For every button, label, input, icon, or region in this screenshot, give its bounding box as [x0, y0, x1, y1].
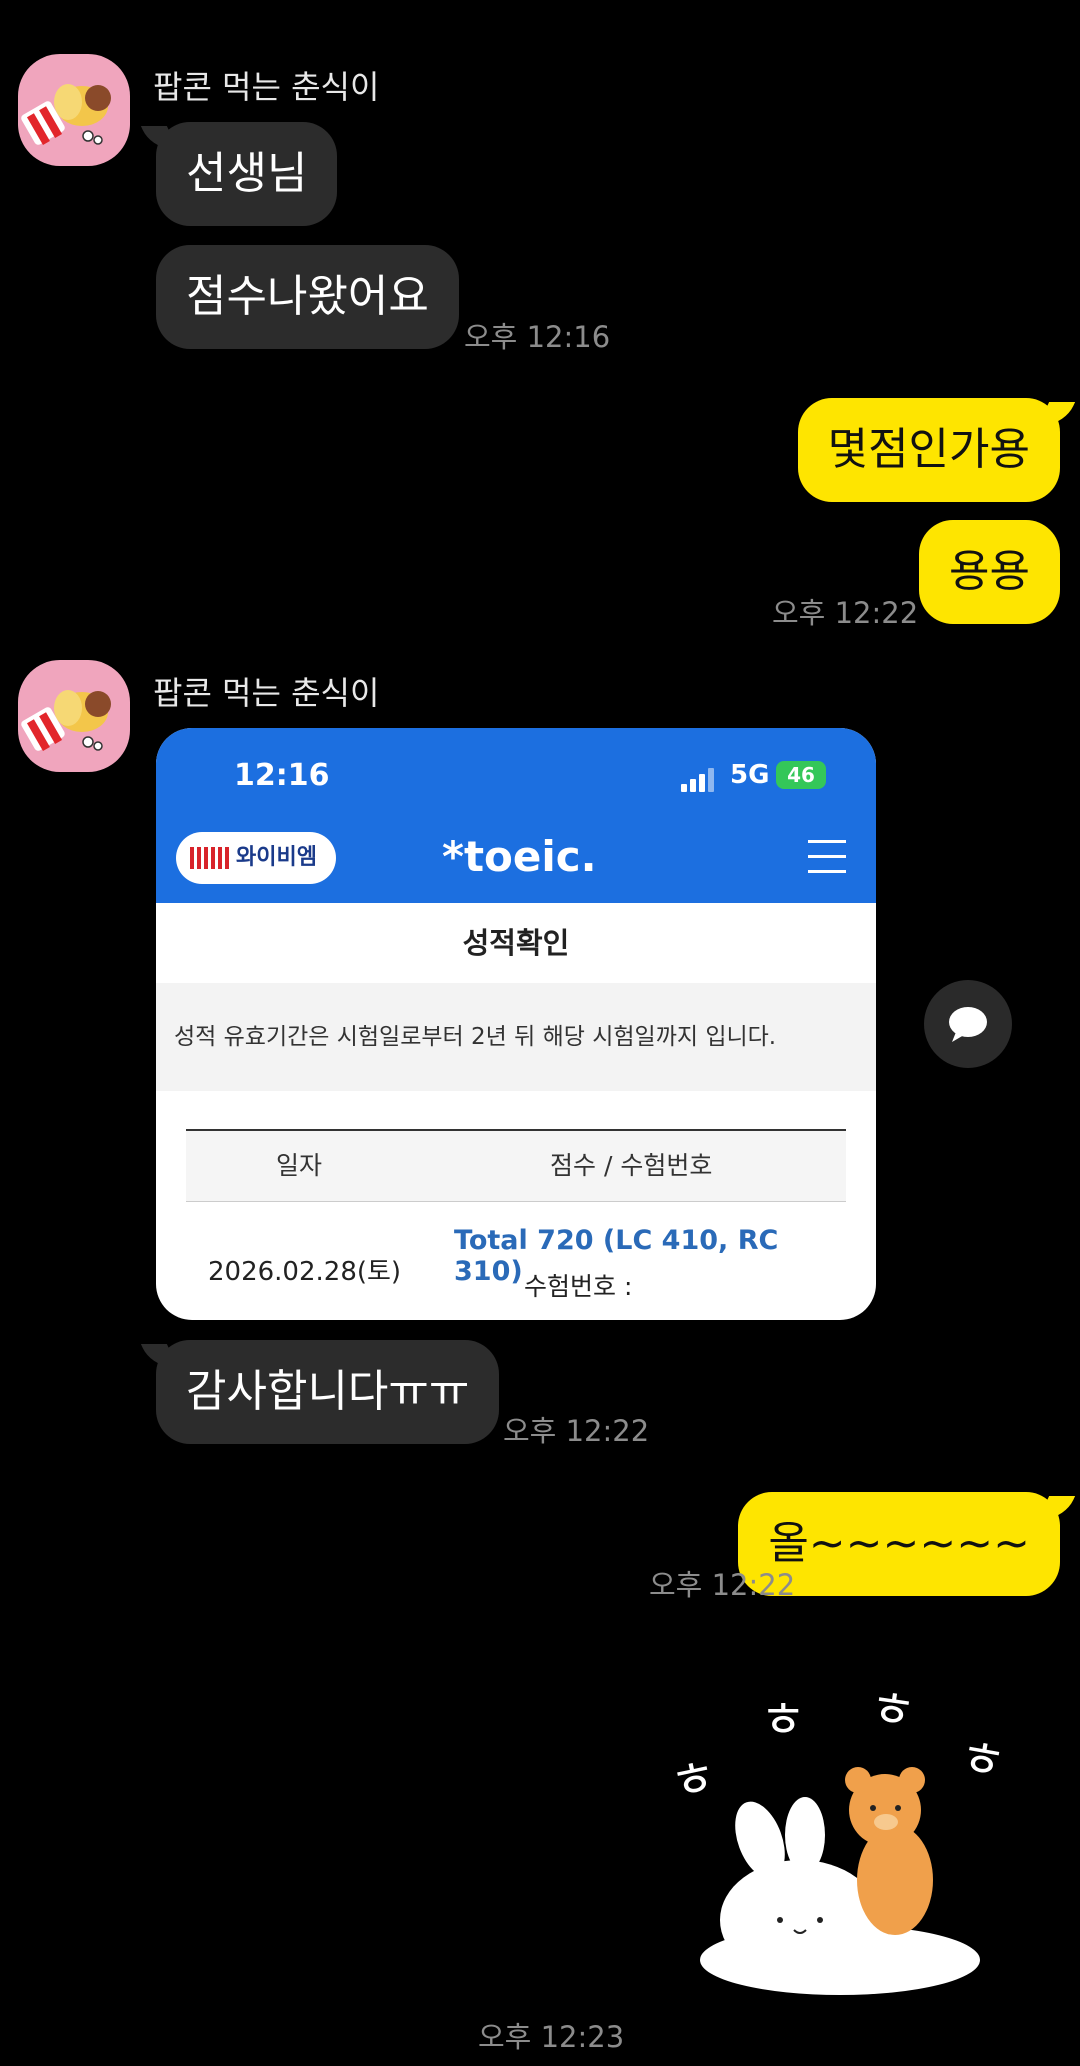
message-time: 오후 12:23: [478, 2020, 625, 2054]
test-date: 2026.02.28(토): [208, 1257, 402, 1287]
score-table: 일자 점수 / 수험번호 2026.02.28(토) Total 720 (LC…: [186, 1129, 846, 1301]
total-score: Total 720 (LC 410, RC 310): [454, 1225, 779, 1287]
page-title: 성적확인: [462, 926, 570, 960]
hamburger-menu-icon: [808, 840, 846, 874]
bear-bunny-sticker-icon: [700, 1767, 980, 1995]
sticker-text: ㅎ: [760, 1691, 806, 1749]
sticker-bear-bunny[interactable]: ㅎ ㅎ ㅎ ㅎ: [660, 1660, 1030, 2000]
signal-icon: [681, 768, 719, 792]
registration-label: 수험번호 :: [524, 1272, 633, 1301]
toeic-logo: *toeic.: [442, 832, 597, 881]
ybm-mark-icon: [190, 847, 230, 869]
sticker-text: ㅎ: [865, 1678, 920, 1742]
message-time: 오후 12:22: [649, 1568, 796, 1602]
sender-name: 팝콘 먹는 춘식이: [153, 68, 380, 106]
message-time: 오후 12:22: [503, 1414, 650, 1448]
column-score: 점수 / 수험번호: [550, 1151, 713, 1180]
share-button[interactable]: [924, 980, 1012, 1068]
chunsik-avatar-icon: [21, 690, 111, 751]
my-message-bubble[interactable]: 용용: [919, 520, 1060, 624]
chunsik-avatar-icon: [21, 84, 111, 145]
shared-image-toeic-score[interactable]: 12:16 5G 46 와이비엠 *toeic. 성적확인 성적 유효기간은 시…: [156, 728, 876, 1320]
speech-bubble-icon: [949, 1007, 987, 1042]
ybm-logo: 와이비엠: [176, 832, 336, 884]
sender-avatar[interactable]: [18, 54, 130, 166]
message-time: 오후 12:16: [464, 320, 611, 354]
battery-icon: 46: [776, 761, 826, 789]
sender-name: 팝콘 먹는 춘식이: [153, 674, 380, 712]
network-label: 5G: [730, 760, 770, 790]
ybm-label: 와이비엠: [236, 845, 317, 870]
message-bubble[interactable]: 점수나왔어요: [156, 245, 459, 349]
message-bubble[interactable]: 감사합니다ㅠㅠ: [156, 1340, 500, 1444]
sender-avatar[interactable]: [18, 660, 130, 772]
my-message-bubble[interactable]: 몇점인가용: [797, 398, 1060, 502]
message-bubble[interactable]: 선생님: [156, 122, 338, 226]
status-clock: 12:16: [234, 758, 330, 793]
table-header: 일자 점수 / 수험번호: [186, 1129, 846, 1202]
validity-notice: 성적 유효기간은 시험일로부터 2년 뒤 해당 시험일까지 입니다.: [156, 983, 876, 1091]
message-time: 오후 12:22: [772, 596, 919, 630]
column-date: 일자: [276, 1151, 323, 1180]
